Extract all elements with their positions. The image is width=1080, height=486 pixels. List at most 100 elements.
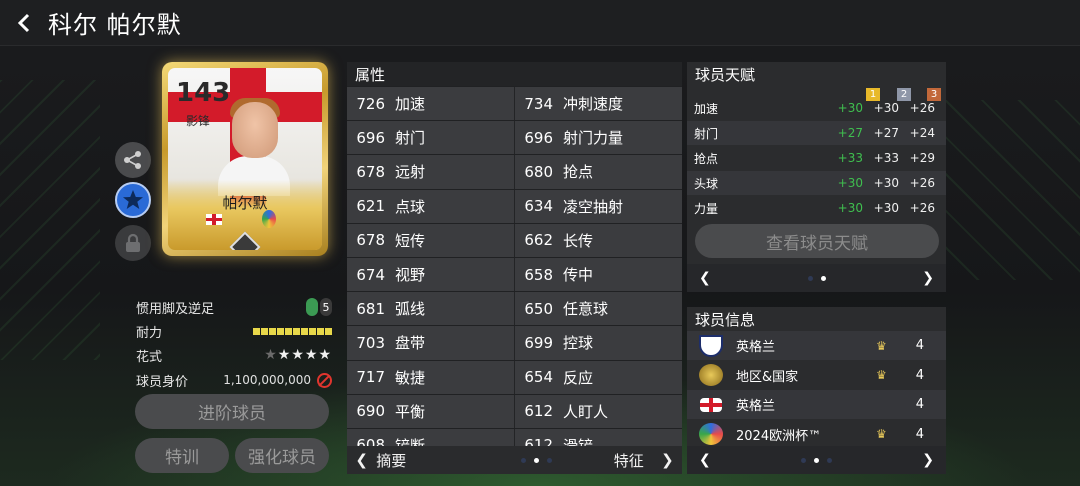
prev-page-button[interactable]: ❮	[699, 270, 711, 286]
attribute-cell[interactable]: 699 控球	[515, 326, 682, 360]
stamina-label: 耐力	[136, 325, 163, 341]
attribute-value: 734	[524, 94, 553, 113]
attribute-name: 远射	[395, 163, 426, 182]
attribute-cell[interactable]: 674 视野	[347, 257, 514, 292]
attribute-row: 678 远射 680 抢点	[347, 154, 682, 189]
page-dot-active	[820, 275, 826, 281]
attribute-row: 690 平衡 612 人盯人	[347, 393, 682, 428]
player-value-row: 球员身价 1,100,000,000	[136, 369, 332, 391]
share-icon	[124, 151, 141, 169]
attribute-cell[interactable]: 681 弧线	[347, 292, 514, 326]
upgrade-player-button[interactable]: 进阶球员	[135, 394, 329, 429]
attribute-name: 点球	[395, 197, 426, 216]
attribute-name: 长传	[563, 231, 594, 250]
next-page-button[interactable]: ❯	[922, 452, 934, 468]
attribute-cell[interactable]: 717 敏捷	[347, 360, 514, 394]
attribute-value: 650	[524, 299, 553, 318]
player-info-name: 2024欧洲杯™	[736, 428, 822, 444]
view-talent-button[interactable]: 查看球员天赋	[695, 224, 939, 258]
attributes-title: 属性	[347, 62, 682, 86]
attribute-row: 674 视野 658 传中	[347, 256, 682, 292]
stamina-segment	[293, 327, 300, 335]
lamp-icon: ♛	[876, 338, 887, 353]
attribute-name: 射门	[395, 129, 426, 148]
attribute-name: 弧线	[395, 300, 426, 319]
attribute-cell[interactable]: 696 射门力量	[515, 121, 682, 155]
attribute-cell[interactable]: 678 短传	[347, 223, 514, 257]
card-face: 143 影锋 帕尔默	[168, 68, 322, 250]
share-button[interactable]	[115, 142, 151, 178]
attribute-cell[interactable]: 678 远射	[347, 155, 514, 189]
stamina-segment	[261, 327, 268, 335]
favorite-button[interactable]	[115, 182, 151, 218]
attribute-cell[interactable]: 634 凌空抽射	[515, 189, 682, 223]
attribute-cell[interactable]: 703 盘带	[347, 326, 514, 360]
top-bar: 科尔 帕尔默	[0, 0, 1080, 46]
attribute-cell[interactable]: 696 射门	[347, 121, 514, 155]
next-page-button[interactable]: ❯	[922, 270, 934, 286]
page-indicator	[807, 275, 826, 281]
attribute-row: 717 敏捷 654 反应	[347, 359, 682, 394]
attribute-cell[interactable]: 690 平衡	[347, 394, 514, 428]
star-icon: ★	[277, 347, 292, 363]
attribute-value: 612	[524, 402, 553, 421]
page-indicator	[801, 457, 832, 463]
talent-bonus: +30	[837, 101, 863, 115]
attribute-cell[interactable]: 654 反应	[515, 360, 682, 394]
player-info-panel: 球员信息 英格兰 ♛ 4 地区&国家 ♛ 4 英格兰 4 2024欧洲杯™ ♛ 4 ❮ ❯	[687, 307, 946, 474]
attribute-cell[interactable]: 726 加速	[347, 87, 514, 121]
player-info-name: 英格兰	[736, 399, 776, 414]
preferred-foot-row: 惯用脚及逆足 5	[136, 296, 332, 318]
player-info-row[interactable]: 地区&国家 ♛ 4	[687, 361, 946, 390]
page-dot-active	[533, 457, 539, 463]
talent-bonus: +27	[873, 126, 899, 140]
attribute-name: 传中	[563, 266, 594, 285]
talent-bonus: +30	[873, 101, 899, 115]
back-button[interactable]	[0, 0, 48, 46]
page-dot	[827, 457, 832, 463]
stamina-row: 耐力	[136, 320, 332, 342]
attribute-cell[interactable]: 621 点球	[347, 189, 514, 223]
traits-tab[interactable]: 特征	[614, 450, 653, 471]
talent-label: 射门	[694, 126, 719, 141]
prev-page-button[interactable]: ❮	[347, 451, 376, 469]
card-position: 影锋	[186, 114, 211, 128]
card-player-name: 帕尔默	[222, 194, 268, 212]
attribute-cell[interactable]: 734 冲刺速度	[515, 87, 682, 121]
talent-panel: 球员天赋 123 加速 +30 +30 +26 射门 +27 +27 +24 抢点 +33 +33 +…	[687, 62, 946, 292]
player-card[interactable]: 143 影锋 帕尔默	[162, 62, 328, 256]
attribute-cell[interactable]: 658 传中	[515, 257, 682, 292]
next-page-button[interactable]: ❯	[653, 451, 682, 469]
attribute-cell[interactable]: 680 抢点	[515, 155, 682, 189]
attribute-cell[interactable]: 612 人盯人	[515, 394, 682, 428]
attribute-name: 抢点	[563, 163, 594, 182]
stamina-segment	[285, 327, 292, 335]
england-crest-icon	[699, 334, 723, 357]
summary-tab[interactable]: 摘要	[376, 450, 435, 471]
lock-button[interactable]	[115, 225, 151, 261]
attribute-cell[interactable]: 662 长传	[515, 223, 682, 257]
attribute-name: 凌空抽射	[563, 197, 624, 216]
attribute-cell[interactable]: 650 任意球	[515, 292, 682, 326]
region-icon	[699, 364, 723, 386]
talent-label: 加速	[694, 101, 719, 116]
attribute-value: 696	[356, 128, 385, 147]
talent-row: 加速 +30 +30 +26	[687, 96, 946, 120]
talent-bonus: +26	[909, 101, 935, 115]
page-dot	[546, 457, 552, 463]
player-info-row[interactable]: 英格兰 ♛ 4	[687, 331, 946, 360]
skill-moves-row: 花式 ★★★★★	[136, 344, 332, 366]
skill-stars: ★★★★★	[264, 347, 332, 363]
talent-row: 头球 +30 +30 +26	[687, 171, 946, 195]
player-info-row[interactable]: 英格兰 4	[687, 390, 946, 419]
talent-bonus: +24	[909, 126, 935, 140]
attribute-value: 690	[356, 402, 385, 421]
enhance-player-button[interactable]: 强化球员	[235, 438, 329, 473]
training-button[interactable]: 特训	[135, 438, 229, 473]
prev-page-button[interactable]: ❮	[699, 452, 711, 468]
preferred-foot-label: 惯用脚及逆足	[136, 301, 215, 317]
euro-2024-icon	[262, 210, 276, 228]
player-info-row[interactable]: 2024欧洲杯™ ♛ 4	[687, 420, 946, 449]
player-info-count: 4	[915, 367, 924, 383]
attribute-row: 726 加速 734 冲刺速度	[347, 86, 682, 121]
